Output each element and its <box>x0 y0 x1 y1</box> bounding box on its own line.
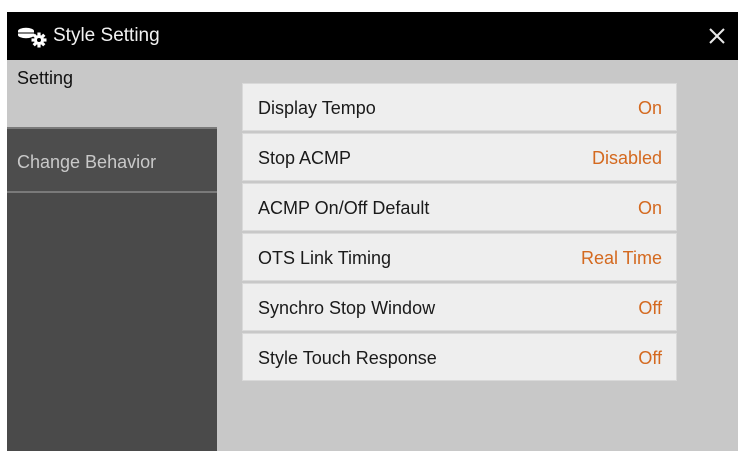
settings-list: Display Tempo On Stop ACMP Disabled ACMP… <box>242 83 677 383</box>
setting-row-style-touch-response[interactable]: Style Touch Response Off <box>242 333 677 381</box>
setting-value: Real Time <box>580 248 662 268</box>
setting-row-stop-acmp[interactable]: Stop ACMP Disabled <box>242 133 677 181</box>
close-icon[interactable] <box>702 21 732 51</box>
style-setting-window: Style Setting Setting Change Behavior Di… <box>7 12 738 451</box>
style-gear-icon <box>18 27 47 48</box>
tab-setting[interactable]: Setting <box>7 60 217 127</box>
setting-value: Off <box>638 348 662 368</box>
setting-value: Disabled <box>591 148 662 168</box>
tab-change-behavior-label: Change Behavior <box>17 152 157 172</box>
setting-label: Stop ACMP <box>258 148 352 168</box>
setting-row-display-tempo[interactable]: Display Tempo On <box>242 83 677 131</box>
sidebar: Setting Change Behavior <box>7 60 217 451</box>
setting-label: Style Touch Response <box>258 348 437 368</box>
tab-setting-label: Setting <box>17 68 74 88</box>
setting-label: Synchro Stop Window <box>258 298 436 318</box>
window-title: Style Setting <box>53 25 160 46</box>
tab-change-behavior[interactable]: Change Behavior <box>7 127 217 193</box>
setting-row-ots-link-timing[interactable]: OTS Link Timing Real Time <box>242 233 677 281</box>
setting-value: On <box>637 98 662 118</box>
setting-row-synchro-stop-window[interactable]: Synchro Stop Window Off <box>242 283 677 331</box>
setting-value: On <box>637 198 662 218</box>
setting-label: OTS Link Timing <box>258 248 392 268</box>
title-bar: Style Setting <box>7 12 738 60</box>
setting-value: Off <box>638 298 662 318</box>
setting-row-acmp-on-off-default[interactable]: ACMP On/Off Default On <box>242 183 677 231</box>
setting-label: ACMP On/Off Default <box>258 198 430 218</box>
setting-label: Display Tempo <box>258 98 376 118</box>
